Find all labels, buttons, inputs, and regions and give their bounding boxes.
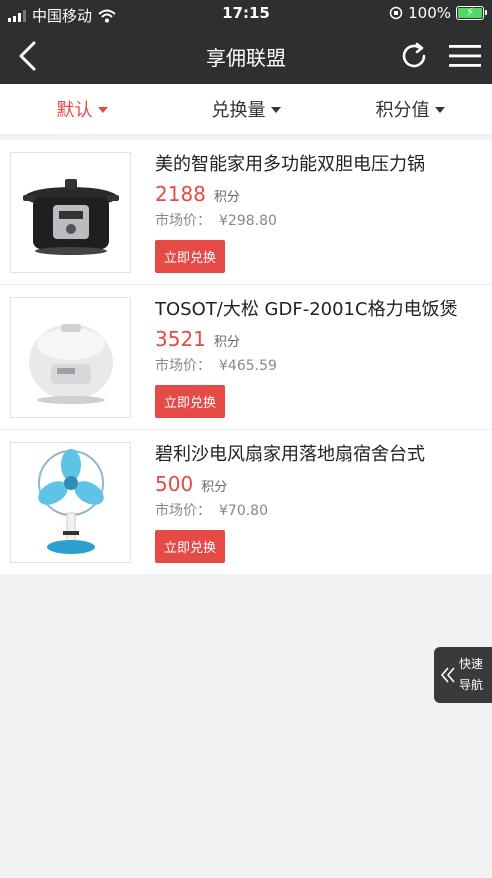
header: 中国移动 17:15 100% ⚡ 享佣联盟	[0, 0, 492, 84]
product-name[interactable]: 碧利沙电风扇家用落地扇宿舍台式	[155, 442, 478, 468]
fast-nav-label-line2: 导航	[459, 678, 484, 692]
battery-icon: ⚡	[456, 5, 487, 20]
market-price-label: 市场价：	[155, 358, 211, 374]
sort-tab-label: 积分值	[375, 100, 430, 121]
sort-tab-label: 兑换量	[211, 100, 266, 121]
product-image[interactable]	[10, 297, 131, 418]
market-price-value: ¥298.80	[219, 213, 277, 229]
pressure-cooker-image	[22, 178, 119, 255]
market-price: 市场价： ¥70.80	[155, 500, 478, 520]
fast-nav-label-line1: 快速	[459, 657, 484, 671]
points-unit: 积分	[213, 190, 240, 205]
product-name[interactable]: TOSOT/大松 GDF-2001C格力电饭煲	[155, 297, 478, 323]
sort-tab-default[interactable]: 默认	[0, 84, 164, 134]
sort-tab-label: 默认	[56, 100, 93, 121]
product-points: 500	[155, 472, 194, 496]
battery-percent: 100%	[408, 4, 451, 22]
product-name[interactable]: 美的智能家用多功能双胆电压力锅	[155, 152, 478, 178]
product-image[interactable]	[10, 152, 131, 273]
caret-down-icon	[97, 107, 108, 113]
redeem-button[interactable]: 立即兑换	[155, 385, 226, 418]
product-item[interactable]: 美的智能家用多功能双胆电压力锅 2188 积分 市场价： ¥298.80 立即兑换	[0, 140, 492, 285]
rice-cooker-image	[28, 323, 113, 404]
menu-icon[interactable]	[448, 42, 482, 70]
navigation-bar: 享佣联盟	[0, 28, 492, 84]
redeem-button[interactable]: 立即兑换	[155, 240, 226, 273]
product-image[interactable]	[10, 442, 131, 563]
market-price-label: 市场价：	[155, 213, 211, 229]
sort-tab-points[interactable]: 积分值	[328, 84, 492, 134]
caret-down-icon	[270, 107, 281, 113]
market-price-label: 市场价：	[155, 503, 211, 519]
market-price: 市场价： ¥298.80	[155, 210, 478, 230]
market-price-value: ¥465.59	[219, 358, 277, 374]
double-chevron-left-icon	[440, 667, 455, 683]
status-bar: 中国移动 17:15 100% ⚡	[0, 0, 492, 28]
sort-tab-exchange-count[interactable]: 兑换量	[164, 84, 328, 134]
points-unit: 积分	[201, 480, 228, 495]
electric-fan-image	[37, 448, 104, 554]
redeem-button[interactable]: 立即兑换	[155, 530, 226, 563]
orientation-lock-icon	[389, 6, 403, 20]
product-item[interactable]: 碧利沙电风扇家用落地扇宿舍台式 500 积分 市场价： ¥70.80 立即兑换	[0, 430, 492, 575]
points-unit: 积分	[213, 335, 240, 350]
market-price-value: ¥70.80	[219, 503, 268, 519]
fast-nav-button[interactable]: 快速 导航	[434, 647, 492, 703]
product-points: 3521	[155, 327, 206, 351]
refresh-icon[interactable]	[398, 40, 430, 72]
product-list: 美的智能家用多功能双胆电压力锅 2188 积分 市场价： ¥298.80 立即兑换	[0, 140, 492, 575]
market-price: 市场价： ¥465.59	[155, 355, 478, 375]
sort-bar: 默认 兑换量 积分值	[0, 84, 492, 135]
caret-down-icon	[434, 107, 445, 113]
product-points: 2188	[155, 182, 206, 206]
product-item[interactable]: TOSOT/大松 GDF-2001C格力电饭煲 3521 积分 市场价： ¥465…	[0, 285, 492, 430]
